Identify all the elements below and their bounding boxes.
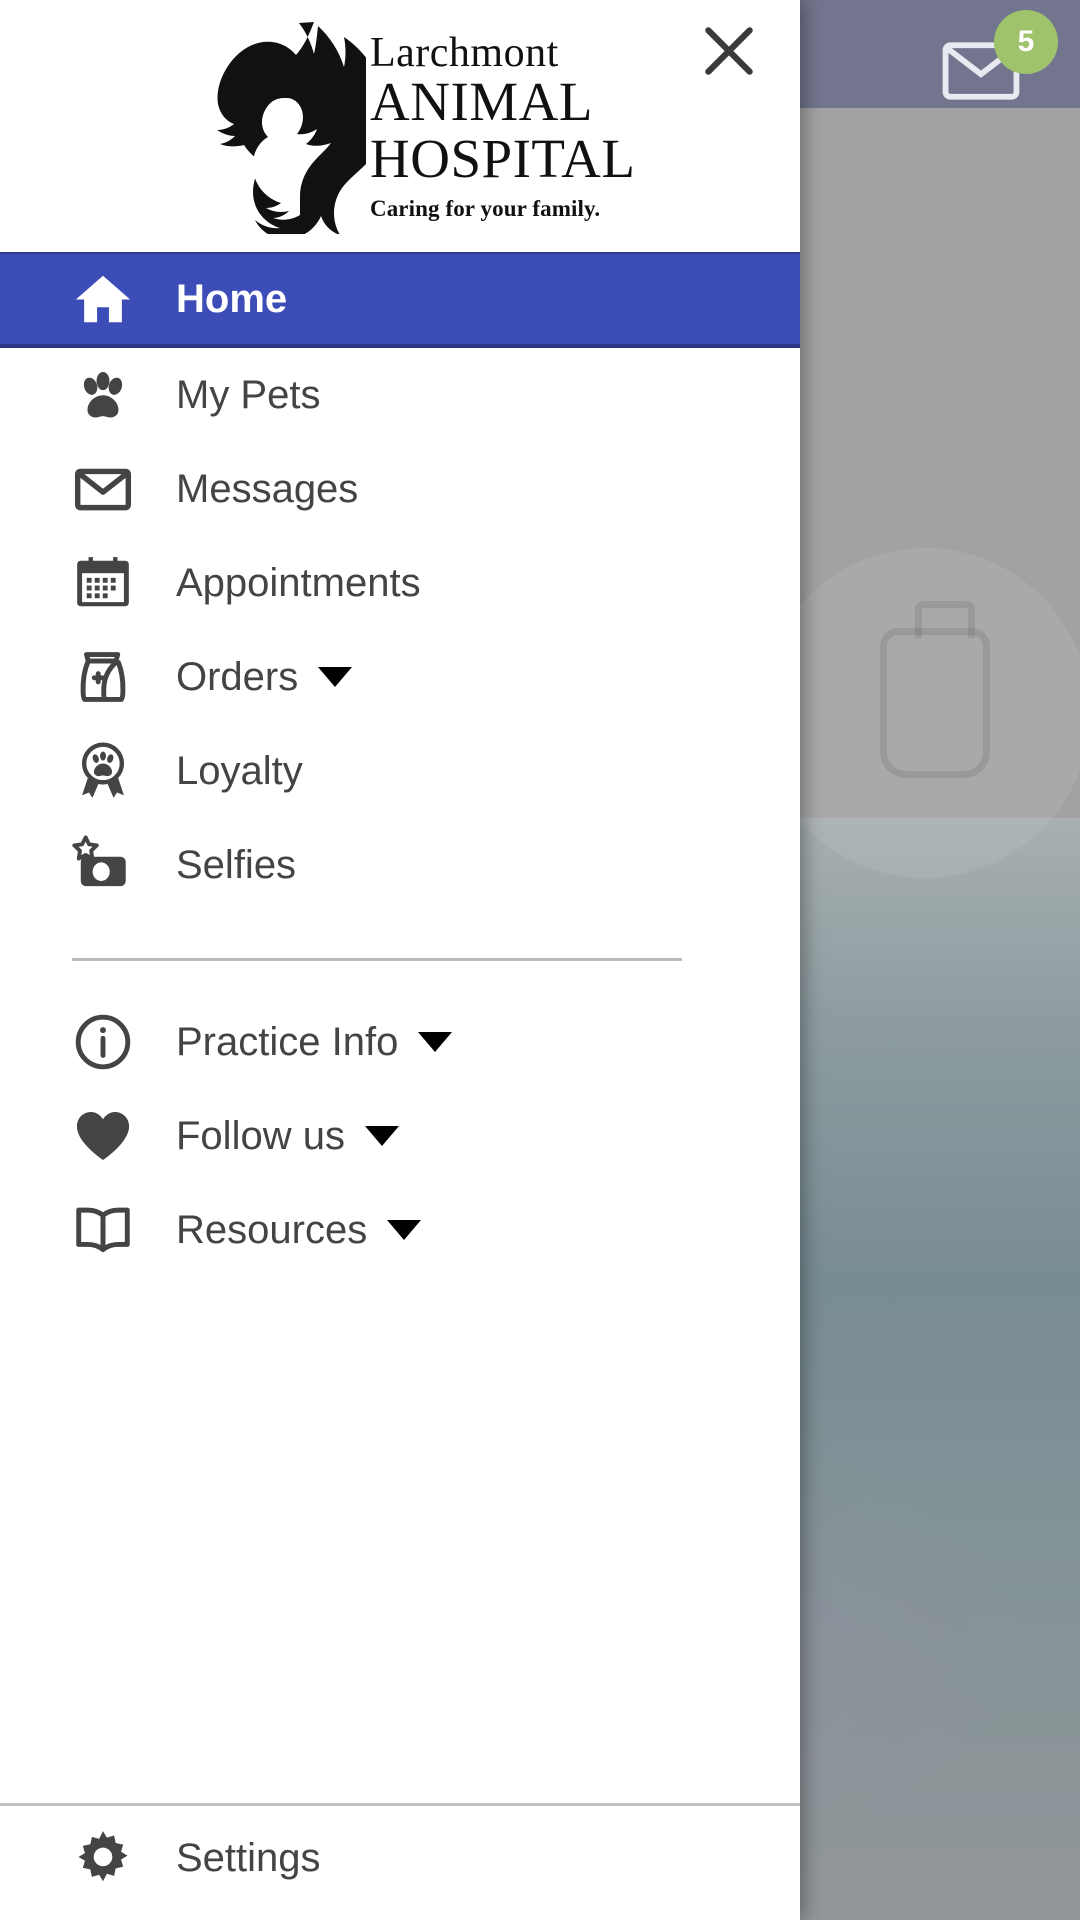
chevron-down-icon[interactable] [318, 667, 353, 687]
logo-line-2: ANIMAL [370, 71, 593, 133]
sidebar-item-settings[interactable]: Settings [0, 1806, 800, 1910]
sidebar-item-my-pets[interactable]: My Pets [0, 348, 800, 442]
sidebar-item-selfies[interactable]: Selfies [0, 818, 800, 912]
sidebar-item-label: My Pets [176, 372, 321, 417]
sidebar-item-label: Home [176, 276, 288, 321]
sidebar-item-label: Orders [176, 654, 299, 699]
heart-icon [72, 1105, 148, 1167]
drawer-secondary-nav: Practice Info Follow us Resources [0, 995, 800, 1277]
sidebar-item-label: Appointments [176, 560, 421, 605]
navigation-drawer: Larchmont ANIMAL HOSPITAL Caring for you… [0, 0, 800, 1920]
sidebar-item-messages[interactable]: Messages [0, 442, 800, 536]
sidebar-item-practice-info[interactable]: Practice Info [0, 995, 800, 1089]
logo-wordmark: Larchmont ANIMAL HOSPITAL Caring for you… [370, 26, 635, 221]
sidebar-item-home[interactable]: Home [0, 252, 800, 348]
sidebar-item-label: Practice Info [176, 1019, 399, 1064]
logo-line-1: Larchmont [370, 30, 559, 77]
sidebar-item-orders[interactable]: Orders [0, 630, 800, 724]
logo-tagline: Caring for your family. [370, 195, 601, 221]
sidebar-item-resources[interactable]: Resources [0, 1183, 800, 1277]
practice-logo: Larchmont ANIMAL HOSPITAL Caring for you… [196, 10, 635, 239]
close-icon[interactable] [690, 12, 768, 90]
sidebar-item-label: Loyalty [176, 748, 303, 793]
drawer-footer-nav: Settings [0, 1806, 800, 1920]
paw-icon [72, 364, 148, 426]
award-paw-icon [72, 740, 148, 802]
pet-food-bag-icon [72, 646, 148, 708]
sidebar-item-label: Messages [176, 466, 359, 511]
open-book-icon [72, 1199, 148, 1261]
notification-badge[interactable]: 5 [994, 10, 1058, 74]
dog-cat-silhouette-icon [196, 14, 388, 239]
nav-divider [72, 958, 682, 961]
sidebar-item-label: Follow us [176, 1113, 345, 1158]
sidebar-item-loyalty[interactable]: Loyalty [0, 724, 800, 818]
envelope-icon [72, 458, 148, 520]
sidebar-item-label: Resources [176, 1207, 368, 1252]
sidebar-item-label: Settings [176, 1835, 321, 1880]
drawer-spacer [0, 1277, 800, 1803]
camera-star-icon [72, 834, 148, 896]
home-icon [72, 268, 148, 330]
drawer-header: Larchmont ANIMAL HOSPITAL Caring for you… [0, 0, 800, 252]
chevron-down-icon[interactable] [418, 1032, 453, 1052]
logo-line-3: HOSPITAL [370, 127, 636, 189]
sidebar-item-follow-us[interactable]: Follow us [0, 1089, 800, 1183]
sidebar-item-label: Selfies [176, 842, 297, 887]
info-circle-icon [72, 1011, 148, 1073]
calendar-icon [72, 552, 148, 614]
drawer-main-nav: Home My Pets Messages Appointments Order… [0, 252, 800, 912]
gear-icon [72, 1827, 148, 1889]
sidebar-item-appointments[interactable]: Appointments [0, 536, 800, 630]
chevron-down-icon[interactable] [387, 1220, 422, 1240]
chevron-down-icon[interactable] [364, 1126, 399, 1146]
